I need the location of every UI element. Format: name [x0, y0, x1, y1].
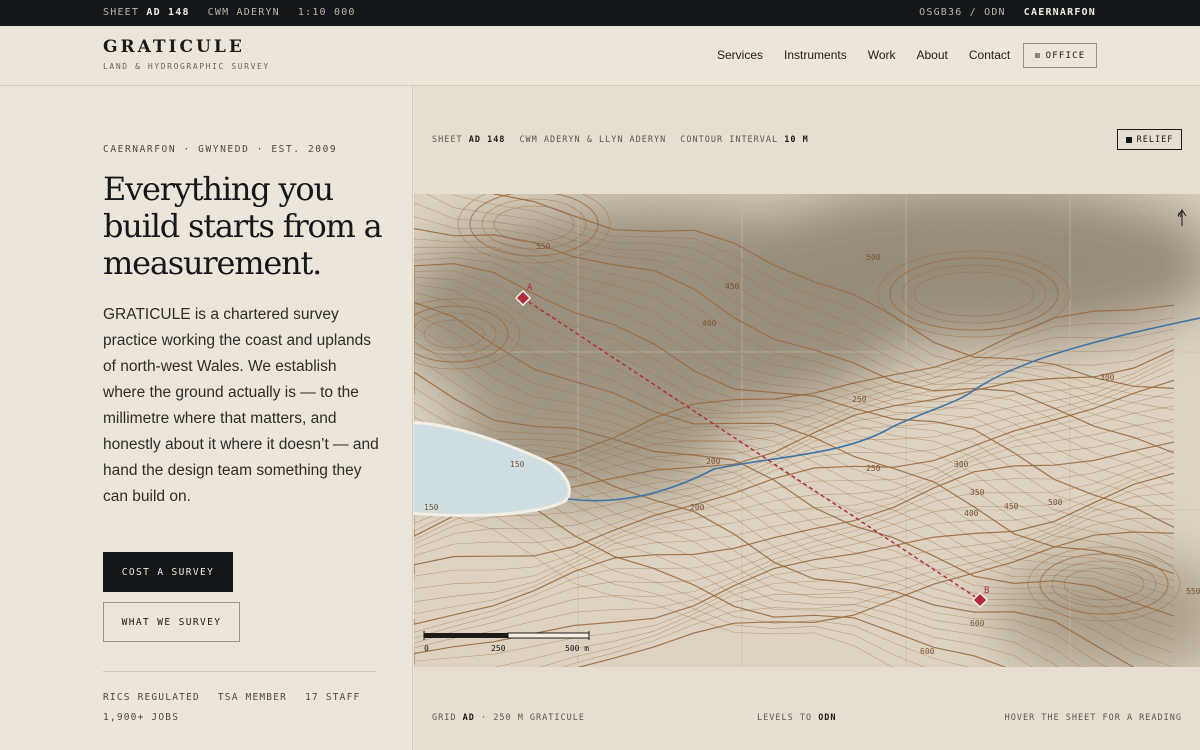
sheet-reference: SHEET AD 148: [103, 7, 190, 18]
nav-instruments[interactable]: Instruments: [784, 48, 847, 62]
svg-text:N: N: [1178, 212, 1182, 219]
contour-label: 300: [1100, 373, 1115, 382]
credentials-list: RICS REGULATED TSA MEMBER 17 STAFF 1,900…: [103, 688, 383, 728]
map-locality: CWM ADERYN & LLYN ADERYN: [519, 135, 667, 145]
contour-label: 350: [970, 488, 985, 497]
nav-contact[interactable]: Contact: [969, 48, 1010, 62]
office-button[interactable]: OFFICE: [1023, 43, 1097, 68]
site-header: GRATICULE LAND & HYDROGRAPHIC SURVEY Ser…: [0, 26, 1200, 86]
brand-name: GRATICULE: [103, 37, 245, 57]
contour-label: 500: [1048, 498, 1063, 507]
point-a-label: A: [527, 283, 533, 293]
hover-hint: HOVER THE SHEET FOR A READING: [1004, 713, 1182, 723]
scale-tick: 500 m: [565, 644, 589, 653]
contour-label: 250: [852, 395, 867, 404]
contour-label: 550: [536, 242, 551, 251]
main-nav: Services Instruments Work About Contact: [717, 48, 1010, 62]
nav-about[interactable]: About: [917, 48, 948, 62]
hero-section: CAERNARFON · GWYNEDD · EST. 2009 Everyth…: [0, 86, 413, 750]
nav-services[interactable]: Services: [717, 48, 763, 62]
contour-label: 450: [1004, 502, 1019, 511]
map-sheet: SHEET AD 148: [432, 135, 506, 145]
hero-headline: Everything you build starts from a measu…: [103, 170, 383, 282]
nav-work[interactable]: Work: [868, 48, 896, 62]
contour-label: 450: [725, 282, 740, 291]
map-panel: SHEET AD 148 CWM ADERYN & LLYN ADERYN CO…: [414, 86, 1200, 750]
map-scale: 1:10 000: [297, 7, 356, 18]
scale-tick: 0: [424, 644, 429, 653]
divider: [103, 671, 376, 672]
grid-reference: GRID AD · 250 M GRATICULE: [432, 713, 585, 723]
office-label: OFFICE: [1045, 50, 1086, 61]
brand-logo[interactable]: GRATICULE LAND & HYDROGRAPHIC SURVEY: [103, 37, 270, 71]
contour-label: 400: [964, 509, 979, 518]
contour-label: 600: [970, 619, 985, 628]
contour-label: 400: [702, 319, 717, 328]
levels-datum: LEVELS TO ODN: [757, 713, 837, 723]
what-we-survey-button[interactable]: WHAT WE SURVEY: [103, 602, 240, 642]
contour-label: 200: [690, 503, 705, 512]
relief-label: RELIEF: [1136, 134, 1174, 145]
contour-interval: CONTOUR INTERVAL 10 M: [680, 135, 809, 145]
area-name: CWM ADERYN: [207, 7, 280, 18]
map-canvas[interactable]: A B 550 500 450 400 250 200 150 150 200 250 300 300…: [414, 194, 1200, 667]
cost-survey-button[interactable]: COST A SURVEY: [103, 552, 233, 592]
relief-toggle[interactable]: RELIEF: [1117, 129, 1182, 150]
contour-label: 200: [706, 457, 721, 466]
credential-item: RICS REGULATED: [103, 692, 200, 703]
top-strip: SHEET AD 148 CWM ADERYN 1:10 000 OSGB36 …: [0, 0, 1200, 26]
square-icon: [1034, 53, 1040, 58]
credential-item: TSA MEMBER: [217, 692, 288, 703]
brand-tagline: LAND & HYDROGRAPHIC SURVEY: [103, 62, 270, 71]
hero-eyebrow: CAERNARFON · GWYNEDD · EST. 2009: [103, 144, 338, 155]
datum: OSGB36 / ODN: [919, 7, 1006, 18]
contour-label: 300: [954, 460, 969, 469]
scale-tick: 250: [491, 644, 506, 653]
credential-item: 1,900+ JOBS: [103, 712, 180, 723]
town-name: CAERNARFON: [1023, 7, 1096, 18]
square-icon: [1125, 136, 1132, 143]
hero-lede: GRATICULE is a chartered survey practice…: [103, 306, 379, 505]
contour-label: 500: [866, 253, 881, 262]
contour-label: 150: [424, 503, 439, 512]
point-b-label: B: [984, 586, 989, 596]
contour-label: 250: [866, 464, 881, 473]
contour-label: 550: [1186, 587, 1200, 596]
map-header: SHEET AD 148 CWM ADERYN & LLYN ADERYN CO…: [432, 135, 809, 145]
credential-item: 17 STAFF: [305, 692, 361, 703]
contour-label: 150: [510, 460, 525, 469]
topographic-map[interactable]: A B 550 500 450 400 250 200 150 150 200 250 300 300…: [414, 194, 1200, 667]
contour-label: 600: [920, 647, 935, 656]
